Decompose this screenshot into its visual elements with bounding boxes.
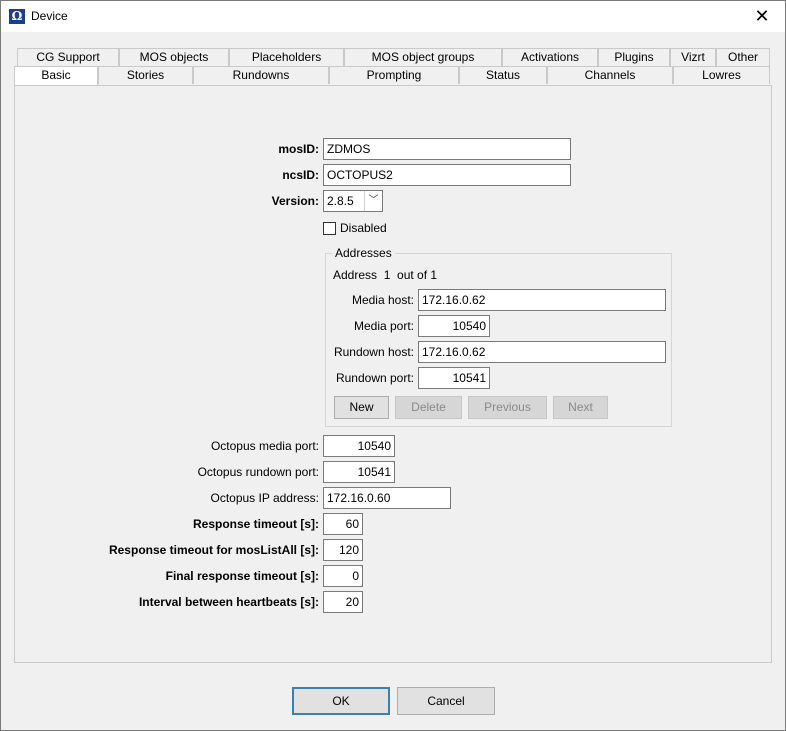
previous-address-button[interactable]: Previous — [468, 396, 547, 419]
rundown-host-label: Rundown host: — [333, 345, 414, 359]
final-response-timeout-input[interactable]: 0 — [323, 565, 363, 587]
tab-prompting[interactable]: Prompting — [329, 66, 459, 84]
version-label: Version: — [271, 194, 319, 208]
octopus-media-port-input[interactable]: 10540 — [323, 435, 395, 457]
media-host-input[interactable]: 172.16.0.62 — [418, 289, 666, 311]
heartbeat-interval-input[interactable]: 20 — [323, 591, 363, 613]
close-icon[interactable]: ✕ — [739, 1, 785, 32]
moslistall-timeout-input[interactable]: 120 — [323, 539, 363, 561]
tab-cg-support[interactable]: CG Support — [17, 48, 119, 66]
heartbeat-interval-label: Interval between heartbeats [s]: — [138, 595, 319, 609]
media-host-label: Media host: — [351, 293, 414, 307]
rundown-port-input[interactable]: 10541 — [418, 367, 490, 389]
octopus-rundown-port-input[interactable]: 10541 — [323, 461, 395, 483]
response-timeout-input[interactable]: 60 — [323, 513, 363, 535]
mosid-input[interactable]: ZDMOS — [323, 138, 571, 160]
title-bar: Ω Device ✕ — [1, 1, 785, 32]
cancel-button[interactable]: Cancel — [397, 687, 495, 715]
tab-rundowns[interactable]: Rundowns — [193, 66, 329, 84]
tab-mos-objects[interactable]: MOS objects — [119, 48, 229, 66]
octopus-rundown-port-label: Octopus rundown port: — [197, 465, 319, 479]
disabled-checkbox[interactable] — [323, 222, 336, 235]
chevron-down-icon[interactable]: ﹀ — [364, 191, 382, 211]
moslistall-timeout-label: Response timeout for mosListAll [s]: — [108, 543, 319, 557]
version-select[interactable]: 2.8.5 ﹀ — [323, 190, 383, 212]
delete-address-button[interactable]: Delete — [395, 396, 462, 419]
tab-placeholders[interactable]: Placeholders — [229, 48, 344, 66]
ok-button[interactable]: OK — [292, 687, 390, 715]
media-port-input[interactable]: 10540 — [418, 315, 490, 337]
disabled-label: Disabled — [340, 221, 387, 235]
media-port-label: Media port: — [353, 319, 414, 333]
rundown-host-input[interactable]: 172.16.0.62 — [418, 341, 666, 363]
octopus-ip-input[interactable]: 172.16.0.60 — [323, 487, 451, 509]
addresses-group-title: Addresses — [332, 246, 395, 260]
window-title: Device — [31, 9, 68, 23]
tab-plugins[interactable]: Plugins — [598, 48, 670, 66]
omega-app-icon: Ω — [9, 9, 25, 24]
tab-lowres[interactable]: Lowres — [673, 66, 770, 84]
rundown-port-label: Rundown port: — [335, 371, 414, 385]
tab-channels[interactable]: Channels — [547, 66, 673, 84]
tab-activations[interactable]: Activations — [502, 48, 598, 66]
tab-vizrt[interactable]: Vizrt — [670, 48, 716, 66]
response-timeout-label: Response timeout [s]: — [192, 517, 319, 531]
tab-mos-object-groups[interactable]: MOS object groups — [344, 48, 502, 66]
mosid-label: mosID: — [278, 142, 319, 156]
octopus-ip-label: Octopus IP address: — [210, 491, 319, 505]
final-response-timeout-label: Final response timeout [s]: — [165, 569, 319, 583]
ncsid-label: ncsID: — [282, 168, 319, 182]
octopus-media-port-label: Octopus media port: — [210, 439, 319, 453]
tab-basic[interactable]: Basic — [14, 66, 98, 86]
new-address-button[interactable]: New — [334, 396, 389, 419]
ncsid-input[interactable]: OCTOPUS2 — [323, 164, 571, 186]
device-dialog: Ω Device ✕ CG Support MOS objects Placeh… — [0, 0, 786, 731]
next-address-button[interactable]: Next — [553, 396, 608, 419]
version-value: 2.8.5 — [327, 194, 354, 208]
tab-status[interactable]: Status — [459, 66, 547, 84]
tab-stories[interactable]: Stories — [98, 66, 193, 84]
address-counter: Address 1 out of 1 — [333, 268, 438, 282]
tab-other[interactable]: Other — [716, 48, 770, 66]
